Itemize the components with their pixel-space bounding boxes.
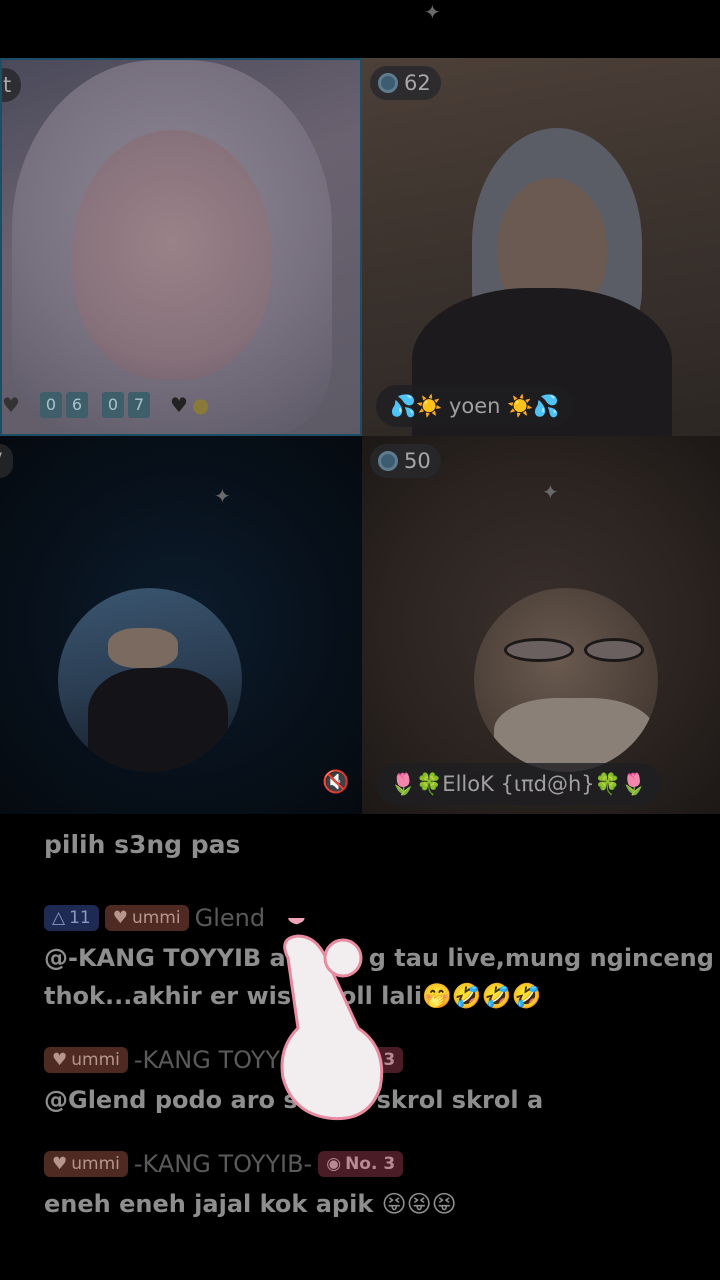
fan-club-badge: ♥ ummi xyxy=(104,905,189,931)
smiley-icon: ● xyxy=(191,393,210,417)
guest-tile-4[interactable]: 50 🌷🍀ElloK {ιπd@h}🍀🌷 ✦ xyxy=(362,436,720,814)
guest-name: 💦☀️ yoen ☀️💦 xyxy=(376,385,574,427)
avatar xyxy=(58,588,242,772)
avatar-eye xyxy=(504,638,574,662)
fan-club-badge: ♥ ummi xyxy=(44,1047,128,1073)
rank-badge: ◉ No. 3 xyxy=(318,1151,404,1177)
heart-icon: ♥ xyxy=(2,393,20,417)
score-digit: 7 xyxy=(127,392,150,418)
viewer-icon xyxy=(378,451,398,471)
heart-icon: ♥ xyxy=(52,1154,68,1174)
chat-username[interactable]: Glend xyxy=(195,904,265,932)
guest-tile-1[interactable]: st ♥ 0 6 0 7 ♥ ● xyxy=(0,58,362,436)
avatar xyxy=(474,588,658,772)
viewer-count: 50 xyxy=(404,449,431,473)
heart-icon: ♥ xyxy=(169,393,188,417)
mic-muted-icon: 🔇 xyxy=(322,770,350,795)
chat-message-text: pilih s3ng pas xyxy=(44,830,241,859)
avatar-eye xyxy=(584,638,644,662)
score-digit: 6 xyxy=(65,392,88,418)
viewer-badge: 62 xyxy=(370,66,441,100)
level-value: 11 xyxy=(69,908,91,928)
score-row: ♥ 0 6 0 7 ♥ ● xyxy=(2,392,209,418)
viewer-count: st xyxy=(2,73,12,97)
chat-username[interactable]: -KANG TOYYIB- xyxy=(134,1150,312,1178)
avatar-figure xyxy=(88,668,228,772)
chat-message-text: eneh eneh jajal kok apik 😝😝😝 xyxy=(44,1190,457,1218)
viewer-count: 62 xyxy=(404,71,431,95)
fan-club-badge: ♥ ummi xyxy=(44,1151,128,1177)
heart-icon: ♥ xyxy=(52,1050,68,1070)
avatar-hand xyxy=(108,628,178,668)
fan-club-name: ummi xyxy=(131,908,181,928)
sparkle-icon: ✦ xyxy=(424,0,441,24)
guest-tile-2[interactable]: 62 💦☀️ yoen ☀️💦 xyxy=(362,58,720,436)
viewer-badge: 7 xyxy=(0,444,14,478)
guest-name: 🌷🍀ElloK {ιπd@h}🍀🌷 xyxy=(376,763,661,805)
level-icon: △ xyxy=(52,908,66,928)
finger-heart-icon xyxy=(280,918,384,1121)
avatar-sweater xyxy=(494,698,654,772)
viewer-icon xyxy=(378,73,398,93)
fan-club-name: ummi xyxy=(71,1050,120,1070)
chat-message-header: ♥ ummi -KANG TOYYIB- ◉ No. 3 xyxy=(44,1149,720,1179)
rank-icon: ◉ xyxy=(326,1154,342,1174)
viewer-badge: 50 xyxy=(370,444,441,478)
viewer-count: 7 xyxy=(0,449,3,473)
guest-grid: st ♥ 0 6 0 7 ♥ ● 62 💦☀️ yoen ☀️💦 xyxy=(0,58,720,814)
fan-club-name: ummi xyxy=(71,1154,120,1174)
score-digit: 0 xyxy=(39,392,62,418)
chat-message: ♥ ummi -KANG TOYYIB- ◉ No. 3 eneh eneh j… xyxy=(44,1149,720,1223)
level-badge: △ 11 xyxy=(44,905,99,931)
heart-icon: ♥ xyxy=(112,908,128,928)
rank-label: No. 3 xyxy=(345,1154,396,1174)
guest-tile-3[interactable]: 7 🔇 ✦ xyxy=(0,436,362,814)
sparkle-icon: ✦ xyxy=(542,480,559,504)
score-digit: 0 xyxy=(101,392,124,418)
sparkle-icon: ✦ xyxy=(214,484,231,508)
guest-face xyxy=(72,130,272,380)
viewer-badge: st xyxy=(2,68,22,102)
